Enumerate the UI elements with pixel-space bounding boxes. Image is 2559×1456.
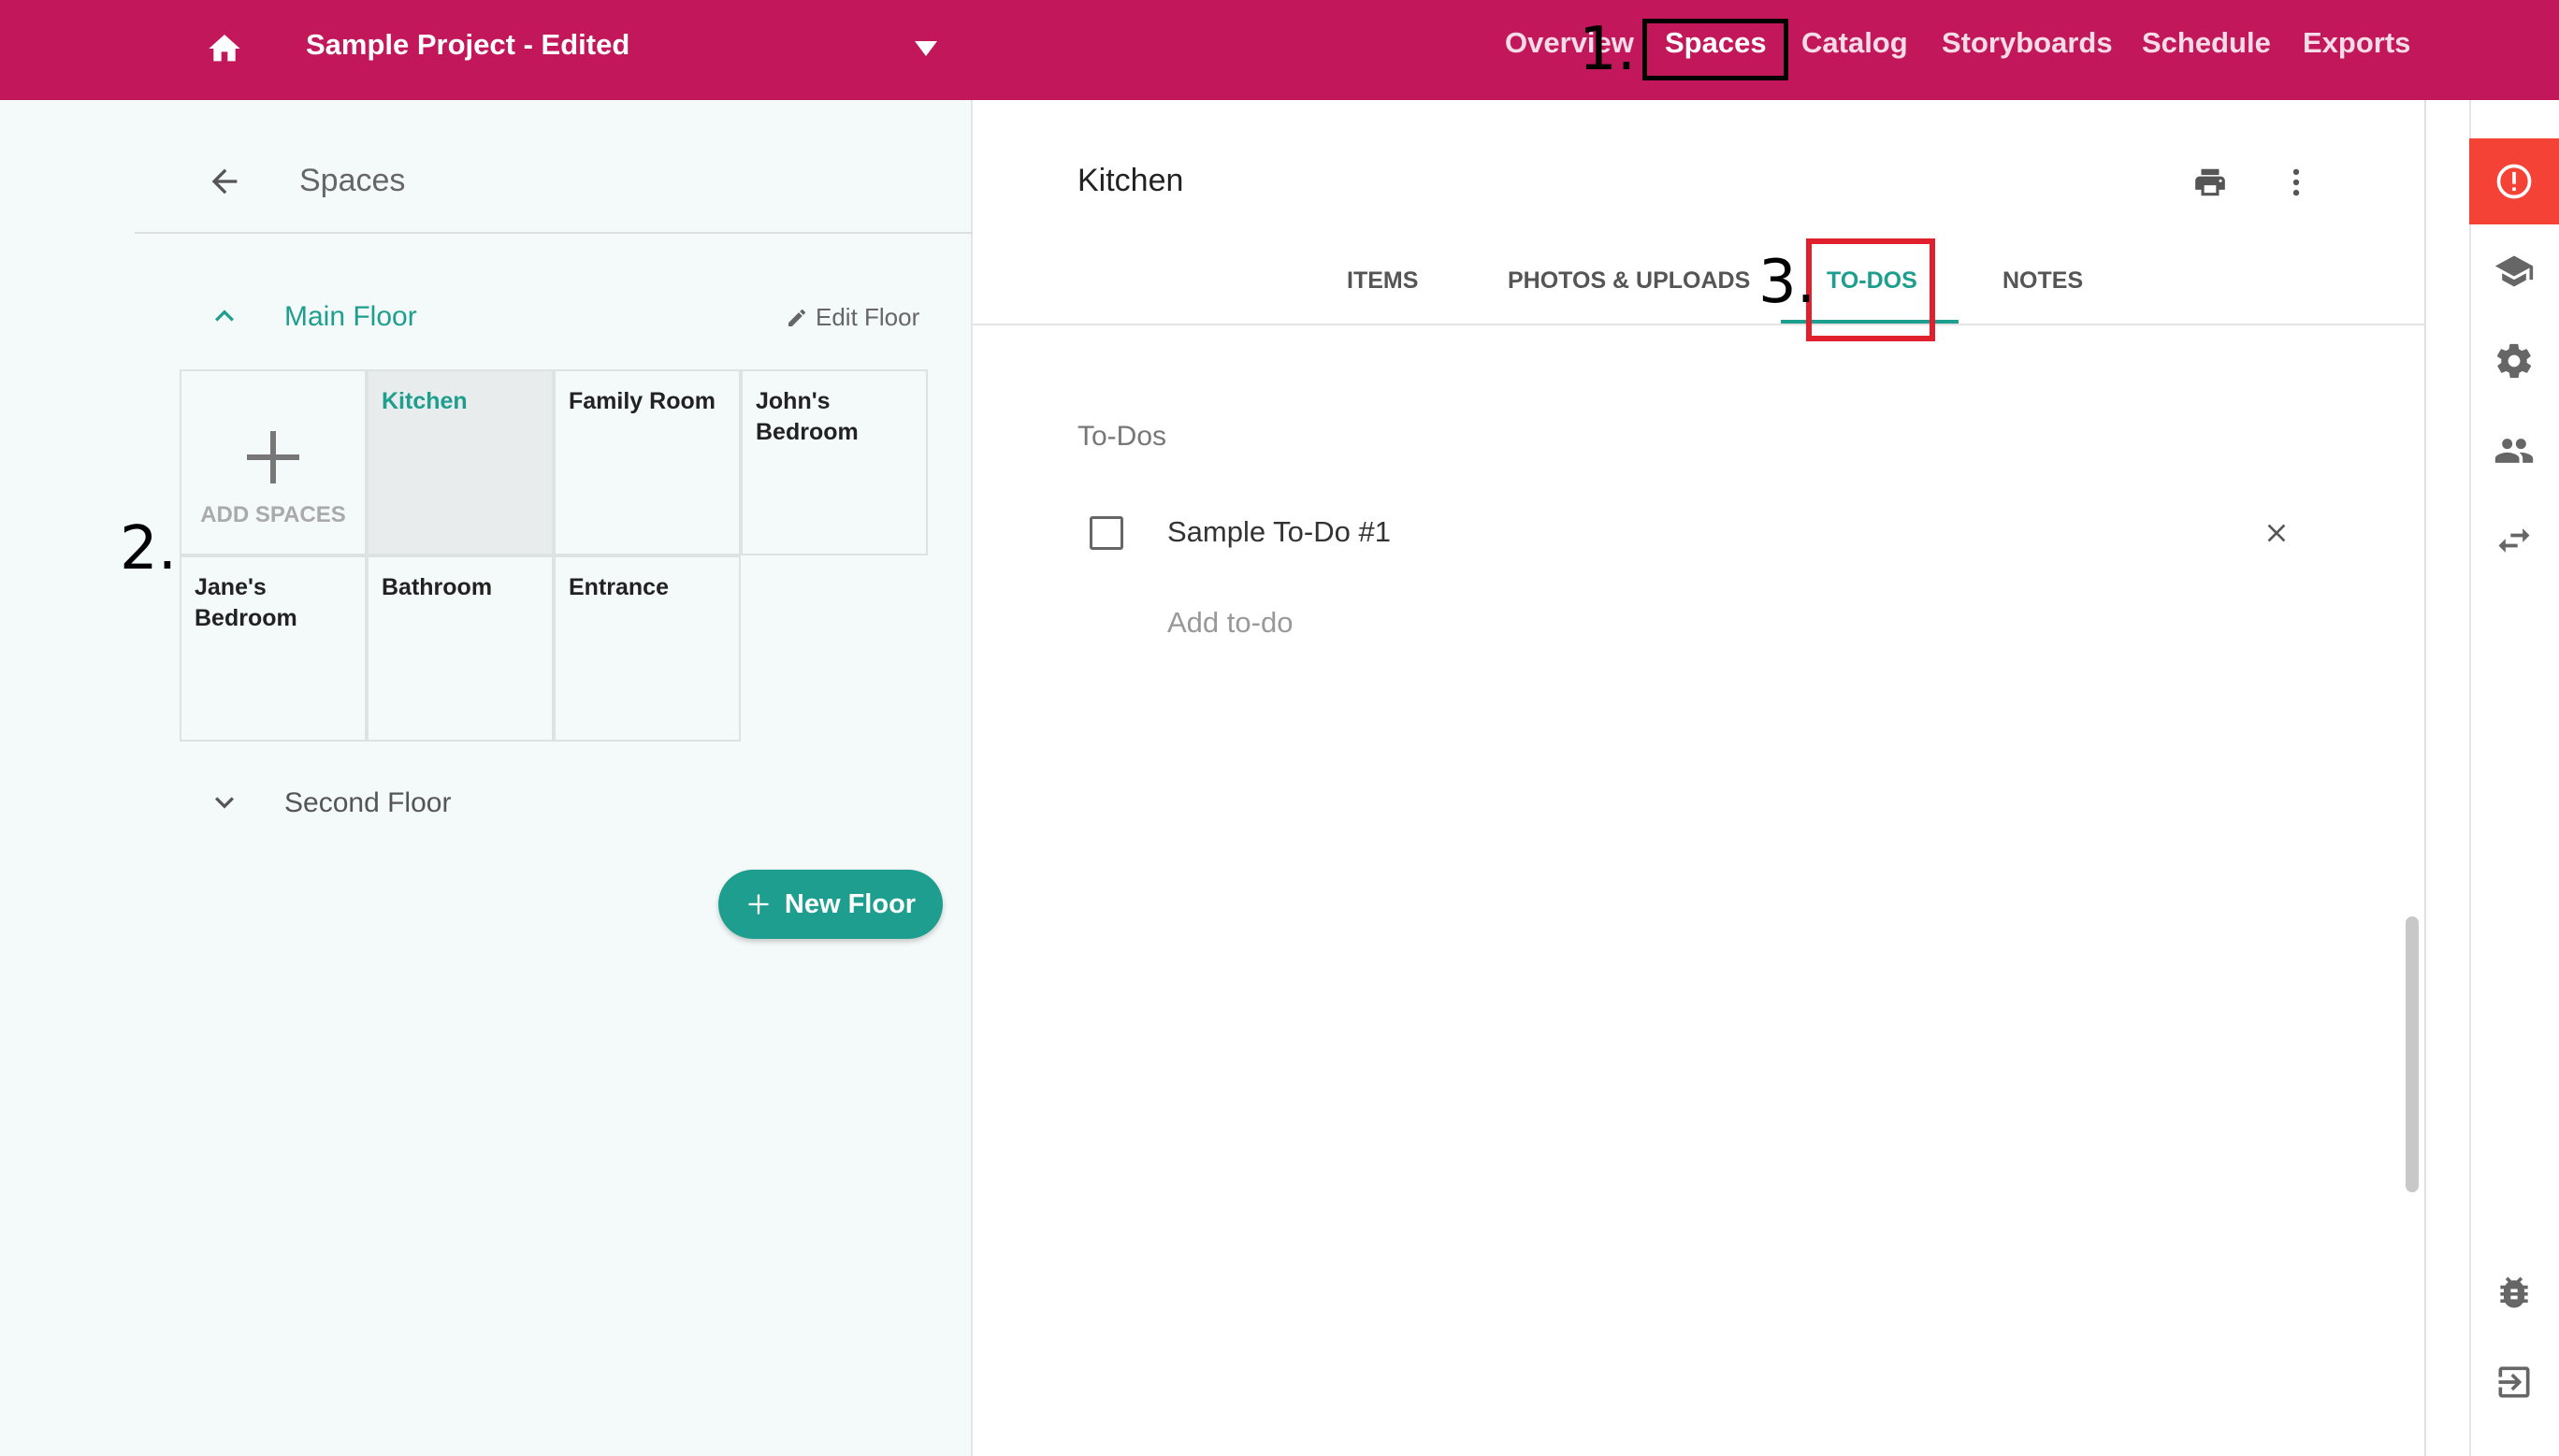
panel-divider <box>135 232 973 234</box>
new-floor-label: New Floor <box>784 888 917 919</box>
plus-icon <box>748 894 769 915</box>
top-bar: Sample Project - Edited Overview Spaces … <box>0 0 2559 100</box>
back-arrow-icon[interactable] <box>206 163 243 200</box>
space-tile-family-room[interactable]: Family Room <box>554 369 741 555</box>
alert-button[interactable] <box>2469 138 2559 224</box>
step-3-label: 3. <box>1758 248 1816 317</box>
annotation-box-to-dos <box>1806 238 1935 341</box>
right-rail <box>2469 100 2559 1456</box>
add-spaces-button[interactable]: ADD SPACES <box>180 369 367 555</box>
annotation-box-spaces <box>1642 19 1788 80</box>
space-title: Kitchen <box>1077 163 1184 198</box>
floor-main-label[interactable]: Main Floor <box>284 301 417 333</box>
space-tile-janes-bedroom[interactable]: Jane's Bedroom <box>180 555 367 742</box>
chevron-up-icon[interactable] <box>206 297 243 335</box>
nav-schedule[interactable]: Schedule <box>2142 26 2271 60</box>
print-icon[interactable] <box>2192 165 2228 200</box>
home-icon[interactable] <box>206 30 243 67</box>
tab-notes[interactable]: NOTES <box>2002 267 2083 295</box>
school-icon[interactable] <box>2494 251 2535 292</box>
panel-title: Spaces <box>299 163 406 198</box>
close-icon[interactable] <box>2262 518 2292 548</box>
exit-icon[interactable] <box>2494 1362 2535 1403</box>
alert-icon <box>2496 164 2532 199</box>
todo-text[interactable]: Sample To-Do #1 <box>1167 515 1391 549</box>
edit-floor-label: Edit Floor <box>816 303 920 331</box>
add-todo-input[interactable]: Add to-do <box>1167 606 1293 640</box>
space-detail-panel <box>973 100 2424 1456</box>
plus-icon <box>247 431 299 483</box>
new-floor-button[interactable]: New Floor <box>718 870 943 939</box>
add-spaces-label: ADD SPACES <box>200 502 346 527</box>
tab-items[interactable]: ITEMS <box>1347 267 1418 295</box>
caret-down-icon[interactable] <box>912 37 940 60</box>
project-title[interactable]: Sample Project - Edited <box>306 28 629 62</box>
space-tile-johns-bedroom[interactable]: John's Bedroom <box>741 369 928 555</box>
space-tile-kitchen[interactable]: Kitchen <box>367 369 554 555</box>
swap-horizontal-icon[interactable] <box>2494 520 2535 561</box>
floor-second-label[interactable]: Second Floor <box>284 787 451 819</box>
todo-checkbox[interactable] <box>1090 516 1123 550</box>
more-vertical-icon[interactable] <box>2278 165 2314 200</box>
panel-divider-right <box>2424 100 2426 1456</box>
people-icon[interactable] <box>2494 430 2535 471</box>
space-tile-bathroom[interactable]: Bathroom <box>367 555 554 742</box>
scrollbar-thumb[interactable] <box>2406 916 2419 1192</box>
step-2-label: 2. <box>120 514 178 584</box>
todos-header: To-Dos <box>1077 421 1167 452</box>
tab-photos-uploads[interactable]: PHOTOS & UPLOADS <box>1508 267 1750 295</box>
space-tile-entrance[interactable]: Entrance <box>554 555 741 742</box>
chevron-down-icon[interactable] <box>206 784 243 821</box>
step-1-label: 1. <box>1579 15 1637 84</box>
nav-exports[interactable]: Exports <box>2303 26 2410 60</box>
edit-floor-button[interactable]: Edit Floor <box>786 303 919 332</box>
nav-storyboards[interactable]: Storyboards <box>1942 26 2113 60</box>
nav-catalog[interactable]: Catalog <box>1801 26 1908 60</box>
bug-icon[interactable] <box>2494 1272 2535 1313</box>
pencil-icon <box>788 309 805 326</box>
gear-icon[interactable] <box>2494 340 2535 382</box>
tabs-divider <box>973 324 2424 325</box>
